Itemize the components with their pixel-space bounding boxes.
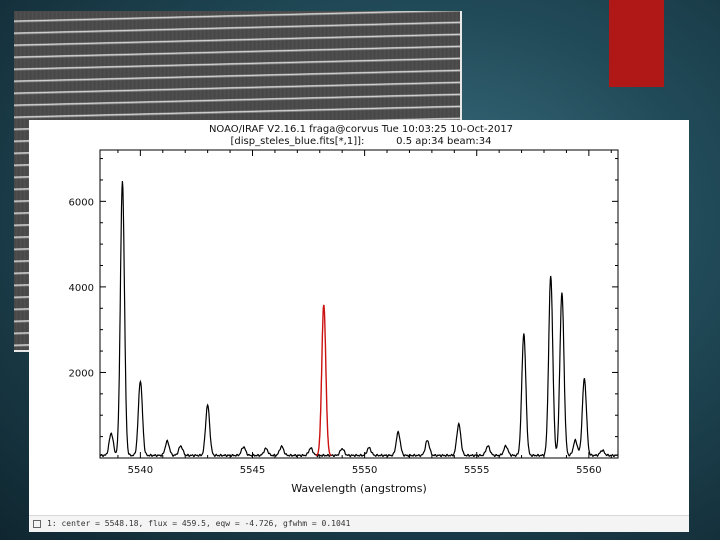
status-text: 1: center = 5548.18, flux = 459.5, eqw =… — [47, 519, 351, 528]
status-bar: 1: center = 5548.18, flux = 459.5, eqw =… — [29, 515, 689, 532]
iraf-plot-window[interactable]: NOAO/IRAF V2.16.1 fraga@corvus Tue 10:03… — [29, 120, 689, 532]
x-tick-label: 5545 — [240, 465, 265, 476]
y-tick-label: 6000 — [69, 197, 94, 208]
x-tick-label: 5555 — [464, 465, 489, 476]
spectrum-lines — [99, 181, 618, 458]
plot-subtitle: [disp_steles_blue.fits[*,1]]: 0.5 ap:34 … — [231, 136, 492, 147]
fit-line — [315, 304, 332, 457]
axis-ticks: 5540 5545 5550 5555 5560 2000 4000 6000 — [69, 150, 618, 476]
cursor-icon — [33, 519, 41, 528]
plot-title: NOAO/IRAF V2.16.1 fraga@corvus Tue 10:03… — [209, 124, 513, 135]
x-tick-label: 5550 — [352, 465, 377, 476]
spectrum-line — [99, 181, 618, 458]
x-tick-label: 5560 — [576, 465, 601, 476]
y-tick-label: 2000 — [69, 368, 94, 379]
x-axis-label: Wavelength (angstroms) — [291, 482, 427, 495]
plot-frame — [99, 149, 619, 459]
red-accent-block — [609, 0, 664, 87]
y-tick-label: 4000 — [69, 283, 94, 294]
spectrum-plot[interactable]: NOAO/IRAF V2.16.1 fraga@corvus Tue 10:03… — [29, 120, 689, 515]
x-tick-label: 5540 — [128, 465, 153, 476]
